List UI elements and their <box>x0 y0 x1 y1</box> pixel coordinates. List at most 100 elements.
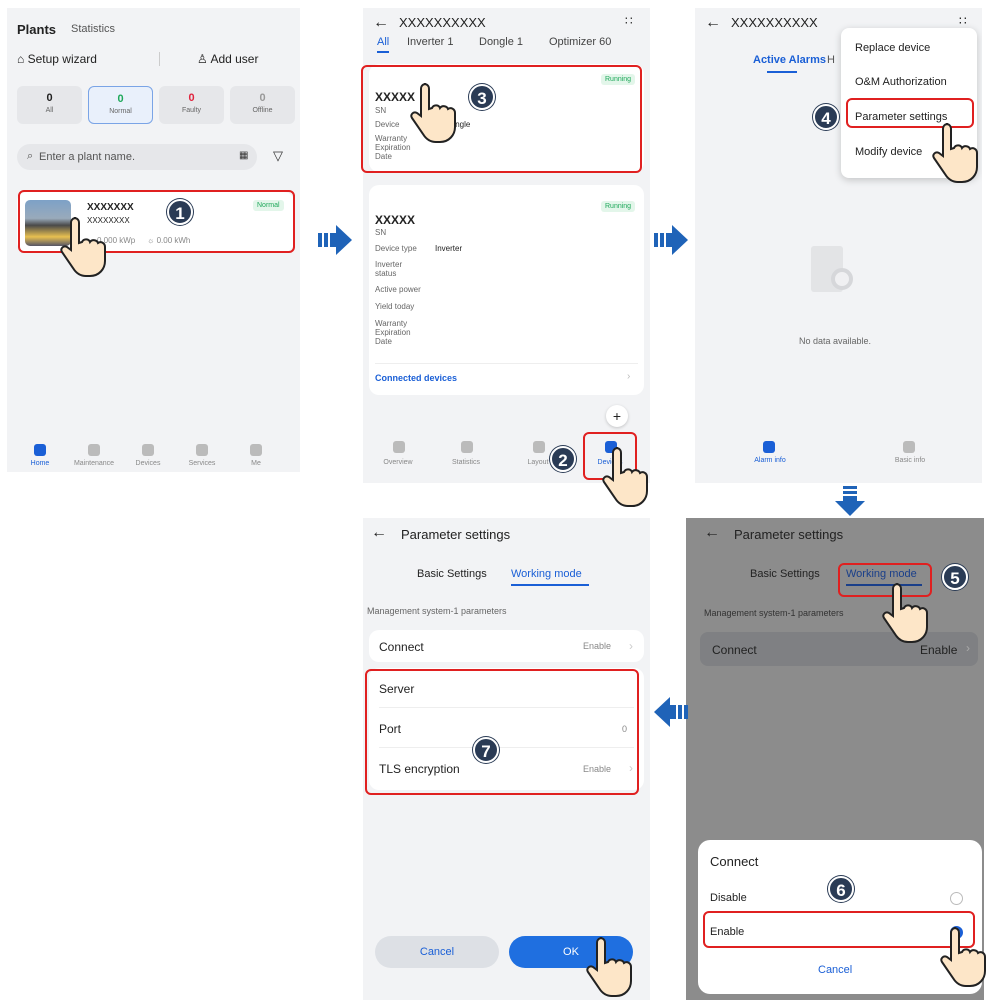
tab-device-3[interactable]: Optimizer 60 <box>549 36 611 48</box>
tab-indicator <box>511 584 589 586</box>
inverter-status-label: Inverter status <box>375 260 403 278</box>
connect-row[interactable]: Connect Enable › <box>369 630 644 662</box>
pointer-hand-icon <box>932 123 978 183</box>
tab-services[interactable]: Services <box>177 460 227 467</box>
services-icon <box>196 444 208 456</box>
tab-device-1[interactable]: Inverter 1 <box>407 36 453 48</box>
count: 0 <box>188 92 195 104</box>
tab-device-2[interactable]: Dongle 1 <box>479 36 523 48</box>
sn-label: SN <box>375 228 387 237</box>
menu-item-modify-device[interactable]: Modify device <box>855 146 922 158</box>
tab-me[interactable]: Me <box>231 460 281 467</box>
option-disable[interactable]: Disable <box>710 892 747 904</box>
label: Normal <box>109 108 132 115</box>
step-4-marker: 4 <box>813 104 839 130</box>
tab-basic-settings[interactable]: Basic Settings <box>417 568 487 580</box>
tab-alarm-info[interactable]: Alarm info <box>745 457 795 464</box>
me-icon <box>250 444 262 456</box>
empty-document-icon <box>803 242 853 302</box>
tab-basic-info[interactable]: Basic info <box>885 457 935 464</box>
back-arrow-icon[interactable]: ← <box>373 14 389 32</box>
bottom-nav: Alarm info Basic info <box>695 433 982 483</box>
status-filter-faulty[interactable]: 0 Faulty <box>159 86 224 124</box>
cancel-button[interactable]: Cancel <box>375 936 499 968</box>
status-filter-all[interactable]: 0 All <box>17 86 82 124</box>
back-arrow-icon[interactable]: ← <box>704 524 720 542</box>
status-badge: Running <box>601 201 636 212</box>
count: 0 <box>259 92 266 104</box>
add-user-button[interactable]: ♙ Add user <box>197 52 258 66</box>
device-name: XXXXX <box>375 213 416 227</box>
chevron-right-icon: › <box>627 371 631 382</box>
menu-item-replace-device[interactable]: Replace device <box>855 42 930 54</box>
page-title: Parameter settings <box>401 527 511 542</box>
back-arrow-icon[interactable]: ← <box>371 524 387 542</box>
tab-home[interactable]: Home <box>15 460 65 467</box>
flow-arrow-left-icon <box>654 697 688 727</box>
status-filter-offline[interactable]: 0 Offline <box>230 86 295 124</box>
highlight-box <box>365 669 639 795</box>
more-icon[interactable]: ∷ <box>959 14 967 28</box>
highlight-box <box>361 65 642 173</box>
chevron-right-icon: › <box>966 641 970 655</box>
user-add-icon: ♙ <box>197 52 208 66</box>
pointer-hand-icon <box>410 83 456 143</box>
tab-maintenance[interactable]: Maintenance <box>69 460 119 467</box>
search-icon: ⌕ <box>27 150 34 162</box>
screen-alarms: ← XXXXXXXXXX ∷ Active Alarms H Replace d… <box>695 8 982 483</box>
connected-devices-link[interactable]: Connected devices <box>375 373 457 383</box>
tab-statistics[interactable]: Statistics <box>441 459 491 466</box>
tab-working-mode[interactable]: Working mode <box>511 568 582 580</box>
inverter-card[interactable]: Running XXXXX SN Device type Inverter In… <box>369 185 644 395</box>
count: 0 <box>117 93 124 105</box>
pointer-hand-icon <box>586 937 632 997</box>
status-filter-normal[interactable]: 0 Normal <box>88 86 153 124</box>
statistics-tab[interactable]: Statistics <box>71 23 115 35</box>
plants-tab[interactable]: Plants <box>17 22 56 37</box>
cancel-button[interactable]: Cancel <box>818 964 852 976</box>
statistics-icon <box>461 441 473 453</box>
label: Offline <box>252 107 273 114</box>
active-power-label: Active power <box>375 285 421 294</box>
step-5-marker: 5 <box>942 564 968 590</box>
pointer-hand-icon <box>882 583 928 643</box>
dialog-title: Connect <box>710 854 759 869</box>
page-title: XXXXXXXXXX <box>399 15 486 30</box>
alarm-icon <box>763 441 775 453</box>
document-icon <box>903 441 915 453</box>
connect-row[interactable]: Connect Enable › <box>700 632 978 666</box>
flow-arrow-down-icon <box>835 486 865 516</box>
back-arrow-icon[interactable]: ← <box>705 14 721 32</box>
tab-device-0[interactable]: All <box>377 36 389 48</box>
flow-arrow-right-icon <box>318 225 352 255</box>
tab-active-alarms[interactable]: Active Alarms <box>753 54 826 66</box>
step-3-marker: 3 <box>469 84 495 110</box>
device-type-value: Inverter <box>435 244 463 253</box>
radio-disable[interactable] <box>950 892 963 905</box>
tab-history[interactable]: H <box>827 54 835 66</box>
label: All <box>45 107 54 114</box>
scan-icon[interactable]: ▦ <box>239 150 248 161</box>
tab-overview[interactable]: Overview <box>373 459 423 466</box>
home-gear-icon: ⌂ <box>17 52 25 66</box>
label: Faulty <box>181 107 202 114</box>
tab-basic-settings[interactable]: Basic Settings <box>750 568 820 580</box>
tab-devices[interactable]: Devices <box>123 460 173 467</box>
tab-indicator <box>377 51 389 53</box>
menu-item-om-authorization[interactable]: O&M Authorization <box>855 76 947 88</box>
bottom-nav: Home Maintenance Devices Services Me <box>7 422 300 472</box>
section-title: Management system-1 parameters <box>367 606 507 616</box>
pointer-hand-icon <box>60 217 106 277</box>
more-icon[interactable]: ∷ <box>625 14 633 28</box>
step-2-marker: 2 <box>550 446 576 472</box>
tab-indicator <box>767 71 797 73</box>
setup-wizard-button[interactable]: ⌂ Setup wizard <box>17 52 97 66</box>
pointer-hand-icon <box>940 927 986 987</box>
chevron-right-icon: › <box>629 639 633 653</box>
add-device-button[interactable]: + <box>606 405 628 427</box>
count: 0 <box>46 92 53 104</box>
filter-icon[interactable]: ▽ <box>273 148 283 164</box>
yield-today-label: Yield today <box>375 302 415 311</box>
overview-icon <box>393 441 405 453</box>
search-input[interactable]: ⌕ Enter a plant name. ▦ <box>17 144 257 170</box>
